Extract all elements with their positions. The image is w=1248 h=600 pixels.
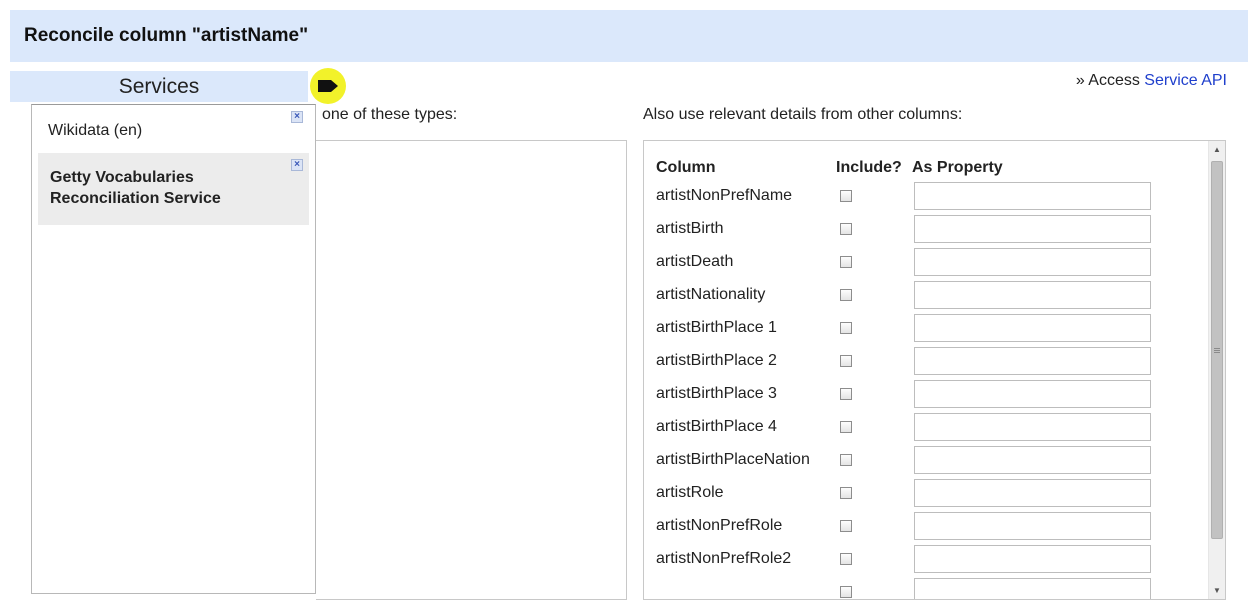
property-input[interactable] xyxy=(914,281,1151,309)
property-input[interactable] xyxy=(914,413,1151,441)
include-checkbox[interactable] xyxy=(840,454,852,466)
table-row: artistBirthPlace 1 xyxy=(656,311,1151,344)
service-item-wikidata[interactable]: Wikidata (en) × xyxy=(38,105,309,153)
column-name: artistNonPrefName xyxy=(656,187,840,205)
table-row: artistBirthPlace 2 xyxy=(656,344,1151,377)
table-row: artistBirthPlace 3 xyxy=(656,377,1151,410)
property-input[interactable] xyxy=(914,446,1151,474)
property-input[interactable] xyxy=(914,512,1151,540)
types-label: one of these types: xyxy=(322,106,457,124)
access-service-api: » Access Service API xyxy=(1076,72,1227,90)
column-name: artistBirthPlace 4 xyxy=(656,418,840,436)
details-panel[interactable]: Column Include? As Property artistNonPre… xyxy=(643,140,1226,600)
column-table: Column Include? As Property artistNonPre… xyxy=(656,157,1151,600)
arrow-down-icon[interactable]: ▼ xyxy=(1209,582,1225,599)
column-table-header: Column Include? As Property xyxy=(656,157,1151,179)
property-input[interactable] xyxy=(914,215,1151,243)
arrow-up-icon[interactable]: ▲ xyxy=(1209,141,1225,158)
property-input[interactable] xyxy=(914,248,1151,276)
tag-button[interactable] xyxy=(310,68,346,104)
property-input[interactable] xyxy=(914,347,1151,375)
close-icon[interactable]: × xyxy=(291,159,303,171)
service-label: Getty Vocabularies Reconciliation Servic… xyxy=(50,167,260,209)
table-row: artistBirthPlaceNation xyxy=(656,443,1151,476)
column-name: artistBirthPlace 1 xyxy=(656,319,840,337)
property-input[interactable] xyxy=(914,380,1151,408)
property-input[interactable] xyxy=(914,314,1151,342)
table-row: artistNonPrefRole xyxy=(656,509,1151,542)
property-input[interactable] xyxy=(914,182,1151,210)
table-row: artistBirthPlace 4 xyxy=(656,410,1151,443)
service-api-link[interactable]: Service API xyxy=(1144,72,1227,89)
service-label: Wikidata (en) xyxy=(48,122,142,139)
column-name: artistBirth xyxy=(656,220,840,238)
access-prefix: » Access xyxy=(1076,72,1144,89)
column-name: artistDeath xyxy=(656,253,840,271)
include-checkbox[interactable] xyxy=(840,289,852,301)
dialog-title: Reconcile column "artistName" xyxy=(10,10,1248,62)
table-row: artistRole xyxy=(656,476,1151,509)
include-checkbox[interactable] xyxy=(840,421,852,433)
table-row xyxy=(656,575,1151,600)
scroll-thumb[interactable] xyxy=(1211,161,1223,539)
header-include: Include? xyxy=(836,159,912,177)
column-name: artistBirthPlace 2 xyxy=(656,352,840,370)
vertical-scrollbar[interactable]: ▲ ▼ xyxy=(1208,141,1225,599)
close-icon[interactable]: × xyxy=(291,111,303,123)
table-row: artistNationality xyxy=(656,278,1151,311)
column-name: artistBirthPlace 3 xyxy=(656,385,840,403)
include-checkbox[interactable] xyxy=(840,190,852,202)
column-name: artistBirthPlaceNation xyxy=(656,451,840,469)
include-checkbox[interactable] xyxy=(840,223,852,235)
header-property: As Property xyxy=(912,159,1003,177)
property-input[interactable] xyxy=(914,479,1151,507)
include-checkbox[interactable] xyxy=(840,487,852,499)
table-row: artistBirth xyxy=(656,212,1151,245)
include-checkbox[interactable] xyxy=(840,256,852,268)
include-checkbox[interactable] xyxy=(840,322,852,334)
column-name: artistNationality xyxy=(656,286,840,304)
property-input[interactable] xyxy=(914,545,1151,573)
column-name: artistNonPrefRole xyxy=(656,517,840,535)
column-rows: artistNonPrefName artistBirth artistDeath a… xyxy=(656,179,1151,600)
column-name: artistNonPrefRole2 xyxy=(656,550,840,568)
include-checkbox[interactable] xyxy=(840,553,852,565)
types-list[interactable] xyxy=(316,140,627,600)
property-input[interactable] xyxy=(914,578,1151,600)
table-row: artistNonPrefRole2 xyxy=(656,542,1151,575)
include-checkbox[interactable] xyxy=(840,586,852,598)
header-column: Column xyxy=(656,159,836,177)
column-name: artistRole xyxy=(656,484,840,502)
include-checkbox[interactable] xyxy=(840,355,852,367)
services-header: Services xyxy=(10,71,308,102)
include-checkbox[interactable] xyxy=(840,388,852,400)
details-label: Also use relevant details from other col… xyxy=(643,106,962,124)
include-checkbox[interactable] xyxy=(840,520,852,532)
service-item-getty[interactable]: Getty Vocabularies Reconciliation Servic… xyxy=(38,153,309,225)
table-row: artistNonPrefName xyxy=(656,179,1151,212)
tag-icon xyxy=(317,79,339,93)
services-list: Wikidata (en) × Getty Vocabularies Recon… xyxy=(31,104,316,594)
table-row: artistDeath xyxy=(656,245,1151,278)
